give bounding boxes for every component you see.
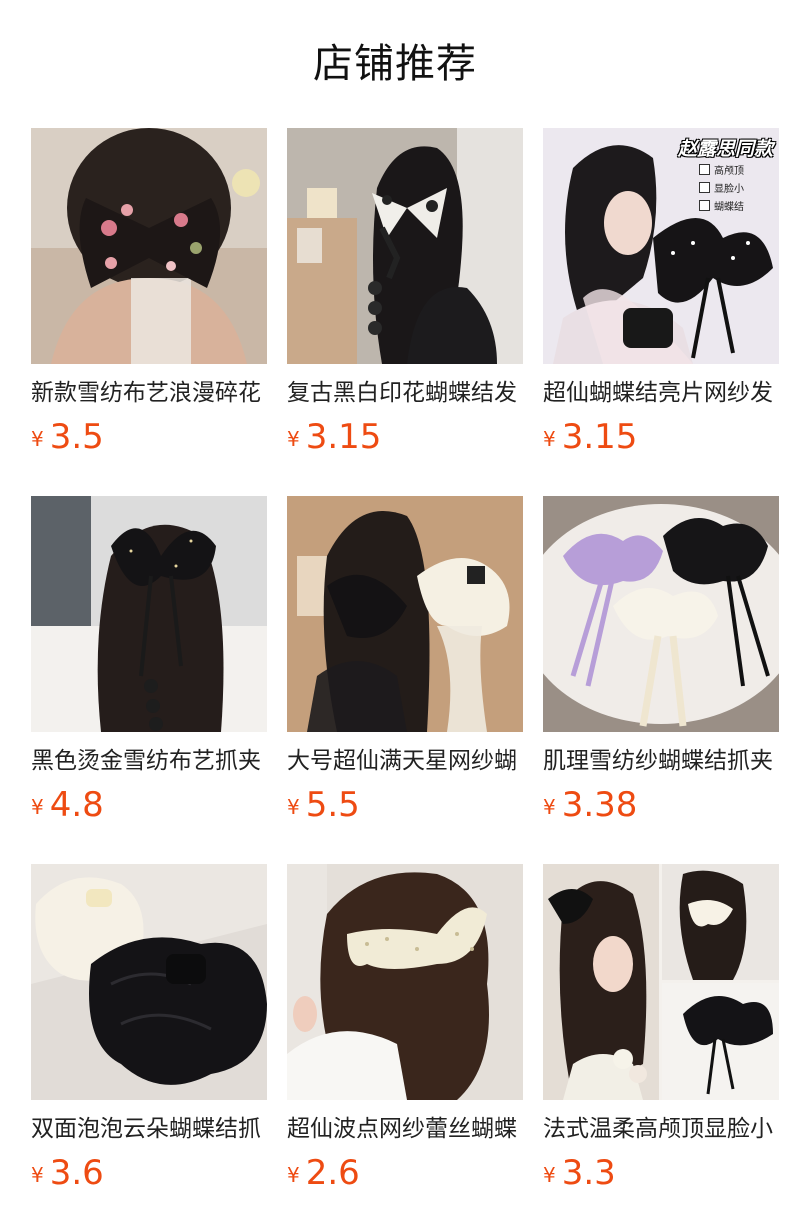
product-image[interactable]: 赵露思同款 高颅顶 显脸小 蝴蝶结	[543, 128, 779, 364]
feature-tag: 高颅顶	[699, 164, 769, 180]
product-price: ¥4.8	[31, 785, 267, 831]
product-price: ¥3.38	[543, 785, 779, 831]
promo-badge: 赵露思同款	[677, 138, 773, 160]
product-price: ¥3.15	[287, 417, 523, 463]
product-image[interactable]	[543, 864, 779, 1100]
currency-symbol: ¥	[543, 427, 556, 451]
currency-symbol: ¥	[287, 427, 300, 451]
product-image[interactable]	[287, 128, 523, 364]
feature-tag: 蝴蝶结	[699, 200, 769, 216]
product-card[interactable]: 肌理雪纺纱蝴蝶结抓夹 ¥3.38	[543, 496, 779, 832]
currency-symbol: ¥	[543, 795, 556, 819]
product-price: ¥3.6	[31, 1153, 267, 1199]
product-price: ¥2.6	[287, 1153, 523, 1199]
currency-symbol: ¥	[31, 427, 44, 451]
product-image[interactable]	[543, 496, 779, 732]
price-amount: 4.8	[49, 785, 104, 825]
checkbox-icon	[699, 200, 710, 211]
feature-tags: 高颅顶 显脸小 蝴蝶结	[699, 164, 769, 218]
product-price: ¥3.5	[31, 417, 267, 463]
price-amount: 3.3	[561, 1153, 616, 1193]
page-title: 店铺推荐	[313, 41, 477, 87]
product-image[interactable]	[31, 128, 267, 364]
product-card[interactable]: 黑色烫金雪纺布艺抓夹 ¥4.8	[31, 496, 267, 832]
product-image[interactable]	[287, 496, 523, 732]
product-card[interactable]: 复古黑白印花蝴蝶结发 ¥3.15	[287, 128, 523, 464]
currency-symbol: ¥	[543, 1163, 556, 1187]
price-amount: 3.5	[49, 417, 104, 457]
price-amount: 3.15	[305, 417, 382, 457]
product-title[interactable]: 黑色烫金雪纺布艺抓夹	[31, 745, 267, 777]
currency-symbol: ¥	[287, 795, 300, 819]
product-card[interactable]: 大号超仙满天星网纱蝴 ¥5.5	[287, 496, 523, 832]
product-card[interactable]: 双面泡泡云朵蝴蝶结抓 ¥3.6	[31, 864, 267, 1200]
product-image[interactable]	[287, 864, 523, 1100]
product-title[interactable]: 法式温柔高颅顶显脸小	[543, 1113, 779, 1145]
product-title[interactable]: 新款雪纺布艺浪漫碎花	[31, 377, 267, 409]
product-title[interactable]: 超仙蝴蝶结亮片网纱发	[543, 377, 779, 409]
price-amount: 3.6	[49, 1153, 104, 1193]
price-amount: 3.15	[561, 417, 638, 457]
product-title[interactable]: 大号超仙满天星网纱蝴	[287, 745, 523, 777]
product-price: ¥5.5	[287, 785, 523, 831]
checkbox-icon	[699, 164, 710, 175]
product-title[interactable]: 肌理雪纺纱蝴蝶结抓夹	[543, 745, 779, 777]
product-grid: 新款雪纺布艺浪漫碎花 ¥3.5 复古黑白印花蝴蝶结发 ¥3.15 赵露思同款 高…	[31, 128, 779, 1200]
product-title[interactable]: 双面泡泡云朵蝴蝶结抓	[31, 1113, 267, 1145]
product-card[interactable]: 法式温柔高颅顶显脸小 ¥3.3	[543, 864, 779, 1200]
currency-symbol: ¥	[31, 1163, 44, 1187]
product-card[interactable]: 赵露思同款 高颅顶 显脸小 蝴蝶结 超仙蝴蝶结亮片网纱发 ¥3.15	[543, 128, 779, 464]
currency-symbol: ¥	[287, 1163, 300, 1187]
product-title[interactable]: 超仙波点网纱蕾丝蝴蝶	[287, 1113, 523, 1145]
product-image[interactable]	[31, 496, 267, 732]
currency-symbol: ¥	[31, 795, 44, 819]
checkbox-icon	[699, 182, 710, 193]
product-price: ¥3.3	[543, 1153, 779, 1199]
product-title[interactable]: 复古黑白印花蝴蝶结发	[287, 377, 523, 409]
product-card[interactable]: 超仙波点网纱蕾丝蝴蝶 ¥2.6	[287, 864, 523, 1200]
price-amount: 3.38	[561, 785, 638, 825]
product-card[interactable]: 新款雪纺布艺浪漫碎花 ¥3.5	[31, 128, 267, 464]
feature-tag: 显脸小	[699, 182, 769, 198]
product-image[interactable]	[31, 864, 267, 1100]
product-price: ¥3.15	[543, 417, 779, 463]
price-amount: 2.6	[305, 1153, 360, 1193]
price-amount: 5.5	[305, 785, 360, 825]
